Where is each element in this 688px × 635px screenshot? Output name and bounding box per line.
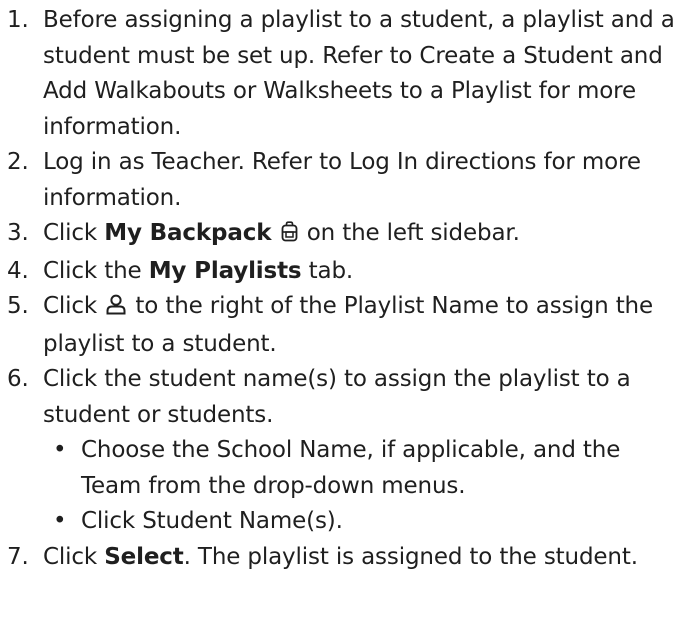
step-text: Log in as Teacher. Refer to Log In direc… (43, 149, 641, 211)
step-2: 2. Log in as Teacher. Refer to Log In di… (0, 145, 686, 216)
step-text-post: on the left sidebar. (299, 220, 520, 246)
step-text: Before assigning a playlist to a student… (43, 7, 675, 140)
step-number: 2. (7, 149, 29, 175)
step-text-pre: Click (43, 220, 105, 246)
step-number: 7. (7, 543, 29, 570)
step-text: Click the student name(s) to assign the … (43, 366, 631, 428)
step-text-post: tab. (301, 257, 354, 284)
sub-step-1: • Choose the School Name, if applicable,… (43, 433, 686, 504)
step-7: 7. Click Select. The playlist is assigne… (0, 540, 686, 576)
my-playlists-label: My Playlists (148, 257, 302, 284)
step-number: 3. (7, 220, 29, 246)
step-6: 6. Click the student name(s) to assign t… (0, 362, 686, 540)
sub-step-text: Click Student Name(s). (81, 508, 343, 534)
bullet: • (53, 437, 67, 463)
step-text-post: . The playlist is assigned to the studen… (183, 543, 638, 570)
person-icon (106, 291, 126, 327)
step-text-post: to the right of the Playlist Name to ass… (43, 293, 653, 357)
step-text-pre: Click the (43, 257, 149, 284)
step-text-pre: Click (43, 293, 105, 319)
select-label: Select (104, 543, 184, 570)
step-1: 1. Before assigning a playlist to a stud… (0, 3, 686, 145)
instruction-steps: 1. Before assigning a playlist to a stud… (0, 3, 686, 575)
step-number: 5. (7, 293, 29, 319)
step-4: 4. Click the My Playlists tab. (0, 254, 686, 290)
step-5: 5. Click to the right of the Playlist Na… (0, 289, 686, 362)
step-text-pre: Click (43, 543, 105, 570)
step-number: 6. (7, 366, 29, 392)
bullet: • (53, 508, 67, 534)
sub-steps: • Choose the School Name, if applicable,… (43, 433, 686, 540)
step-3: 3. Click My Backpack on the left sidebar… (0, 216, 686, 254)
sub-step-text: Choose the School Name, if applicable, a… (81, 437, 621, 499)
step-number: 1. (7, 7, 29, 33)
my-backpack-label: My Backpack (104, 220, 272, 246)
sub-step-2: • Click Student Name(s). (43, 504, 686, 540)
step-number: 4. (7, 257, 29, 284)
backpack-icon (281, 218, 298, 254)
